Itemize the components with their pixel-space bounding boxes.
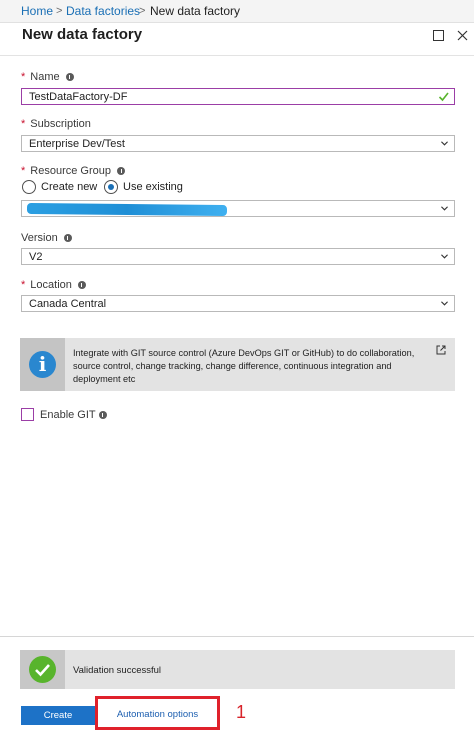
success-check-icon <box>29 656 56 683</box>
name-input[interactable]: TestDataFactory-DF <box>21 88 455 105</box>
subscription-value: Enterprise Dev/Test <box>29 138 125 150</box>
chevron-down-icon <box>441 141 448 146</box>
external-link-icon[interactable] <box>436 345 446 355</box>
annotation-number: 1 <box>236 702 247 722</box>
resource-group-label-text: Resource Group <box>30 165 111 177</box>
name-label-text: Name <box>30 71 60 83</box>
info-icon[interactable] <box>63 234 72 242</box>
name-input-value: TestDataFactory-DF <box>29 91 128 103</box>
info-icon[interactable] <box>65 73 74 81</box>
page-title: New data factory <box>22 26 143 43</box>
version-select[interactable]: V2 <box>21 248 455 265</box>
breadcrumb-separator: > <box>139 5 146 17</box>
create-button[interactable]: Create <box>21 706 95 725</box>
required-marker: * <box>21 71 26 83</box>
maximize-icon <box>432 29 444 41</box>
info-icon[interactable] <box>117 167 125 175</box>
validation-text: Validation successful <box>73 665 162 676</box>
location-value: Canada Central <box>29 298 107 310</box>
enable-git-label[interactable]: Enable GIT <box>40 409 107 421</box>
info-icon[interactable] <box>77 281 86 289</box>
maximize-button[interactable] <box>431 28 445 42</box>
git-info-box: i Integrate with GIT source control (Azu… <box>20 338 455 391</box>
validation-icon-panel <box>20 650 65 689</box>
name-label: * Name <box>21 71 74 83</box>
automation-options-link[interactable]: Automation options <box>98 701 217 729</box>
subscription-select[interactable]: Enterprise Dev/Test <box>21 135 455 152</box>
location-select[interactable]: Canada Central <box>21 295 455 312</box>
use-existing-radio-label[interactable]: Use existing <box>123 181 183 193</box>
required-marker: * <box>21 118 26 130</box>
version-label-text: Version <box>21 232 58 244</box>
info-icon-panel: i <box>20 338 65 391</box>
required-marker: * <box>21 279 26 291</box>
breadcrumb-home-link[interactable]: Home <box>21 4 53 18</box>
location-label: * Location <box>21 279 86 291</box>
footer-divider <box>0 636 474 637</box>
chevron-down-icon <box>441 301 448 306</box>
git-info-text: Integrate with GIT source control (Azure… <box>73 348 415 384</box>
breadcrumb-data-factories-link[interactable]: Data factories <box>66 4 140 18</box>
breadcrumb-current: New data factory <box>150 4 241 18</box>
info-circle-icon: i <box>29 351 56 378</box>
create-new-radio[interactable] <box>22 180 36 194</box>
redacted-value <box>26 202 228 217</box>
info-icon[interactable] <box>98 411 107 419</box>
chevron-down-icon <box>441 254 448 259</box>
location-label-text: Location <box>30 279 72 291</box>
validation-banner: Validation successful <box>20 650 455 689</box>
close-icon <box>457 30 467 40</box>
enable-git-label-text: Enable GIT <box>40 409 96 421</box>
required-marker: * <box>21 165 26 177</box>
valid-check-icon <box>438 92 449 102</box>
enable-git-checkbox[interactable] <box>21 408 34 421</box>
subscription-label: * Subscription <box>21 118 91 130</box>
subscription-label-text: Subscription <box>30 118 91 130</box>
version-label: Version <box>21 232 72 244</box>
resource-group-label: * Resource Group <box>21 165 125 177</box>
title-divider <box>0 55 474 56</box>
breadcrumb-separator: > <box>56 5 63 17</box>
chevron-down-icon <box>441 206 448 211</box>
breadcrumb: Home > Data factories > New data factory <box>0 0 474 23</box>
version-value: V2 <box>29 251 43 263</box>
use-existing-radio[interactable] <box>104 180 118 194</box>
close-button[interactable] <box>455 28 469 42</box>
create-new-radio-label[interactable]: Create new <box>41 181 97 193</box>
